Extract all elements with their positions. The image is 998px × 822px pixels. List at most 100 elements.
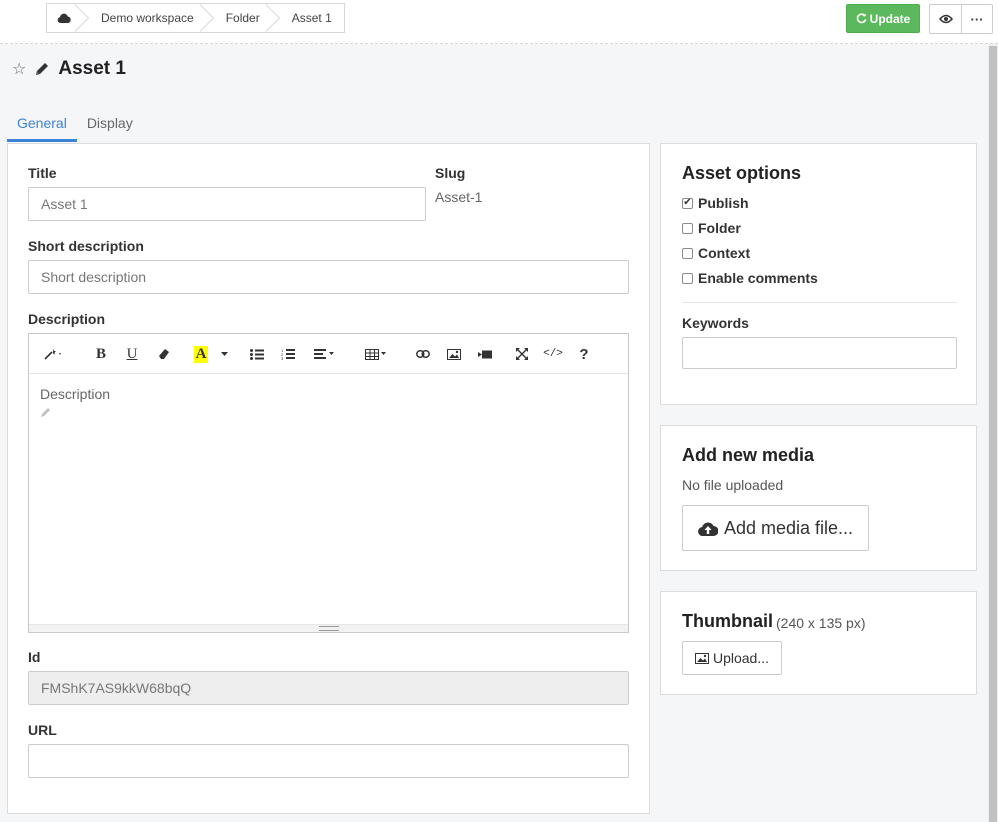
eraser-icon[interactable] [154,344,174,364]
breadcrumb-label: Folder [225,11,260,25]
add-media-title: Add new media [682,445,815,465]
tab-label: Display [86,115,133,131]
breadcrumb-home[interactable] [47,4,81,32]
enable-comments-checkbox[interactable]: Enable comments [682,270,818,286]
pencil-icon [40,406,52,421]
breadcrumb: Demo workspace Folder Asset 1 [46,3,345,33]
thumbnail-panel: Thumbnail (240 x 135 px) Upload... [660,591,977,695]
keywords-label: Keywords [682,315,749,331]
image-icon[interactable] [444,344,464,364]
checkbox-checked-icon[interactable]: ✔ [682,197,693,209]
tab-label: General [17,115,67,131]
publish-checkbox[interactable]: ✔ Publish [682,195,749,211]
page-title: Asset 1 [58,58,126,79]
breadcrumb-label: Demo workspace [101,11,194,25]
underline-button[interactable]: U [122,344,142,364]
breadcrumb-item-current[interactable]: Asset 1 [272,4,344,32]
more-icon: ··· [970,11,984,27]
highlight-button[interactable]: A [191,344,211,364]
eye-icon [938,14,953,24]
refresh-icon [856,13,867,24]
align-icon[interactable] [311,344,339,364]
image-icon [694,652,709,664]
title-input[interactable]: Asset 1 [28,187,426,221]
add-media-file-button[interactable]: Add media file... [682,505,869,551]
title-label: Title [28,165,57,181]
pencil-icon [36,63,49,75]
url-label: URL [28,722,57,738]
general-form-panel: Title Asset 1 Slug Asset-1 Short descrip… [7,143,650,814]
breadcrumb-item-workspace[interactable]: Demo workspace [81,4,206,32]
numbered-list-icon[interactable]: 123 [278,344,298,364]
thumbnail-title: Thumbnail [682,611,773,631]
view-actions-group: ··· [929,4,993,34]
checkbox-label: Enable comments [698,270,818,286]
tab-general[interactable]: General [7,110,77,142]
preview-button[interactable] [930,5,961,33]
bold-icon: B [95,345,106,362]
folder-checkbox[interactable]: Folder [682,220,741,236]
url-input[interactable] [28,744,629,778]
cloud-icon [57,13,71,23]
context-checkbox[interactable]: Context [682,245,750,261]
tab-bar: General Display [7,110,143,142]
update-label: Update [869,11,911,26]
breadcrumb-item-folder[interactable]: Folder [206,4,272,32]
svg-text:3: 3 [281,356,284,360]
checkbox-label: Publish [698,195,749,211]
asset-options-title: Asset options [682,163,802,183]
magic-wand-icon[interactable] [39,344,67,364]
upload-status: No file uploaded [682,477,784,493]
editor-toolbar: B U A 123 </> ? [29,334,628,374]
checkbox-icon[interactable] [682,272,693,284]
description-editor[interactable]: B U A 123 </> ? Description [28,333,629,633]
code-view-button[interactable]: </> [541,344,565,364]
description-label: Description [28,311,106,327]
update-button[interactable]: Update [846,4,920,33]
checkbox-icon[interactable] [682,247,693,259]
checkbox-label: Folder [698,220,741,236]
table-icon[interactable] [363,344,389,364]
fullscreen-icon[interactable] [512,344,532,364]
slug-label: Slug [435,165,466,181]
highlight-dropdown-chevron-down-icon[interactable] [218,344,230,364]
breadcrumb-label: Asset 1 [291,11,332,25]
scrollbar-thumb[interactable] [989,46,997,822]
bulleted-list-icon[interactable] [247,344,267,364]
short-description-placeholder: Short description [41,269,147,285]
page-scrollbar[interactable] [988,44,998,822]
video-icon[interactable] [475,344,495,364]
thumbnail-size-hint: (240 x 135 px) [776,615,866,631]
asset-options-panel: Asset options ✔ Publish Folder Context E… [660,143,977,405]
underline-icon: U [126,345,138,362]
short-description-input[interactable]: Short description [28,260,629,294]
checkbox-label: Context [698,245,751,261]
cloud-upload-icon [698,521,718,536]
code-icon: </> [543,348,563,360]
keywords-input[interactable] [682,337,957,369]
upload-label: Upload... [712,650,770,666]
bold-button[interactable]: B [91,344,111,364]
more-button[interactable]: ··· [961,5,992,33]
link-icon[interactable] [413,344,433,364]
short-description-label: Short description [28,238,144,254]
add-media-label: Add media file... [723,517,854,538]
id-field: FMShK7AS9kkW68bqQ [28,671,629,705]
top-bar: Demo workspace Folder Asset 1 Update ··· [0,0,998,44]
title-value: Asset 1 [41,196,88,212]
editor-placeholder: Description [40,386,111,402]
star-outline-icon[interactable]: ☆ [12,59,26,79]
add-media-panel: Add new media No file uploaded Add media… [660,425,977,571]
help-button[interactable]: ? [575,344,593,364]
slug-value: Asset-1 [435,189,483,205]
upload-thumbnail-button[interactable]: Upload... [682,641,782,675]
editor-resize-handle[interactable] [29,624,628,632]
highlight-icon: A [193,345,209,363]
checkbox-icon[interactable] [682,222,693,234]
help-icon: ? [579,345,589,363]
id-value: FMShK7AS9kkW68bqQ [41,680,192,696]
id-label: Id [28,649,41,665]
tab-display[interactable]: Display [77,110,143,142]
divider [682,302,957,303]
page-header: ☆ Asset 1 [12,58,126,80]
